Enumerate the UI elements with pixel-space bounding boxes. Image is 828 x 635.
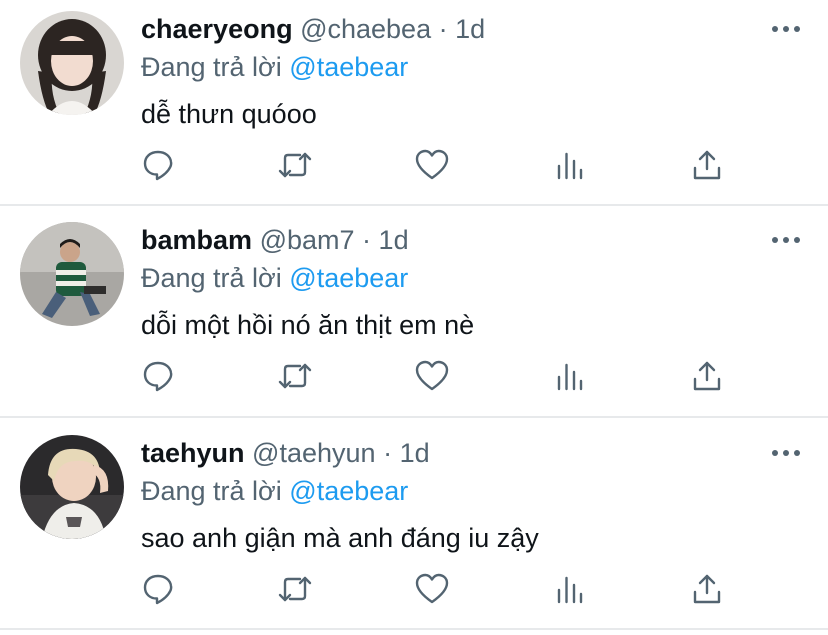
like-button[interactable] <box>410 567 454 611</box>
mention-link[interactable]: @taebear <box>289 263 408 293</box>
display-name[interactable]: taehyun <box>141 438 245 468</box>
replying-prefix: Đang trả lời <box>141 52 282 82</box>
reply-button[interactable] <box>136 143 180 187</box>
user-handle[interactable]: @chaebea <box>300 14 431 44</box>
retweet-button[interactable] <box>273 354 317 398</box>
share-button[interactable] <box>685 143 729 187</box>
retweet-button[interactable] <box>273 143 317 187</box>
share-icon <box>693 361 721 391</box>
replying-prefix: Đang trả lời <box>141 476 282 506</box>
mention-link[interactable]: @taebear <box>289 476 408 506</box>
separator-dot: · <box>383 438 393 468</box>
share-button[interactable] <box>685 354 729 398</box>
replying-prefix: Đang trả lời <box>141 263 282 293</box>
views-button[interactable] <box>548 143 592 187</box>
divider <box>0 204 828 206</box>
retweet-icon <box>278 363 312 389</box>
share-icon <box>693 574 721 604</box>
tweet-reply[interactable]: bambam @bam7 · 1d Đang trả lời @taebear … <box>0 211 828 422</box>
reply-icon <box>143 574 173 605</box>
like-button[interactable] <box>410 354 454 398</box>
divider <box>0 628 828 630</box>
tweet-text: dỗi một hồi nó ăn thịt em nè <box>141 310 475 340</box>
user-handle[interactable]: @taehyun <box>252 438 376 468</box>
user-handle[interactable]: @bam7 <box>260 225 355 255</box>
replying-to: Đang trả lời @taebear <box>141 474 408 508</box>
like-icon <box>415 149 449 180</box>
display-name[interactable]: bambam <box>141 225 252 255</box>
avatar[interactable] <box>20 435 124 539</box>
share-button[interactable] <box>685 567 729 611</box>
tweet-reply[interactable]: chaeryeong @chaebea · 1d Đang trả lời @t… <box>0 0 828 211</box>
replying-to: Đang trả lời @taebear <box>141 261 408 295</box>
display-name[interactable]: chaeryeong <box>141 14 293 44</box>
more-options-icon[interactable] <box>770 228 802 252</box>
timestamp[interactable]: 1d <box>400 438 430 468</box>
tweet-header: taehyun @taehyun · 1d <box>141 436 430 470</box>
like-button[interactable] <box>410 143 454 187</box>
share-icon <box>693 150 721 180</box>
views-icon <box>557 576 583 604</box>
timestamp[interactable]: 1d <box>379 225 409 255</box>
timestamp[interactable]: 1d <box>455 14 485 44</box>
separator-dot: · <box>438 14 448 44</box>
retweet-icon <box>278 576 312 602</box>
reply-icon <box>143 361 173 392</box>
tweet-header: chaeryeong @chaebea · 1d <box>141 12 485 46</box>
like-icon <box>415 360 449 391</box>
views-button[interactable] <box>548 354 592 398</box>
reply-button[interactable] <box>136 354 180 398</box>
avatar[interactable] <box>20 11 124 115</box>
replying-to: Đang trả lời @taebear <box>141 50 408 84</box>
like-icon <box>415 573 449 604</box>
separator-dot: · <box>362 225 372 255</box>
tweet-header: bambam @bam7 · 1d <box>141 223 409 257</box>
tweet-text: dễ thưn quóoo <box>141 99 317 129</box>
divider <box>0 416 828 418</box>
reply-icon <box>143 150 173 181</box>
tweet-reply[interactable]: taehyun @taehyun · 1d Đang trả lời @taeb… <box>0 424 828 635</box>
views-icon <box>557 152 583 180</box>
reply-button[interactable] <box>136 567 180 611</box>
views-button[interactable] <box>548 567 592 611</box>
tweet-text: sao anh giận mà anh đáng iu zậy <box>141 523 539 553</box>
views-icon <box>557 363 583 391</box>
more-options-icon[interactable] <box>770 17 802 41</box>
avatar[interactable] <box>20 222 124 326</box>
more-options-icon[interactable] <box>770 441 802 465</box>
retweet-button[interactable] <box>273 567 317 611</box>
retweet-icon <box>278 152 312 178</box>
mention-link[interactable]: @taebear <box>289 52 408 82</box>
